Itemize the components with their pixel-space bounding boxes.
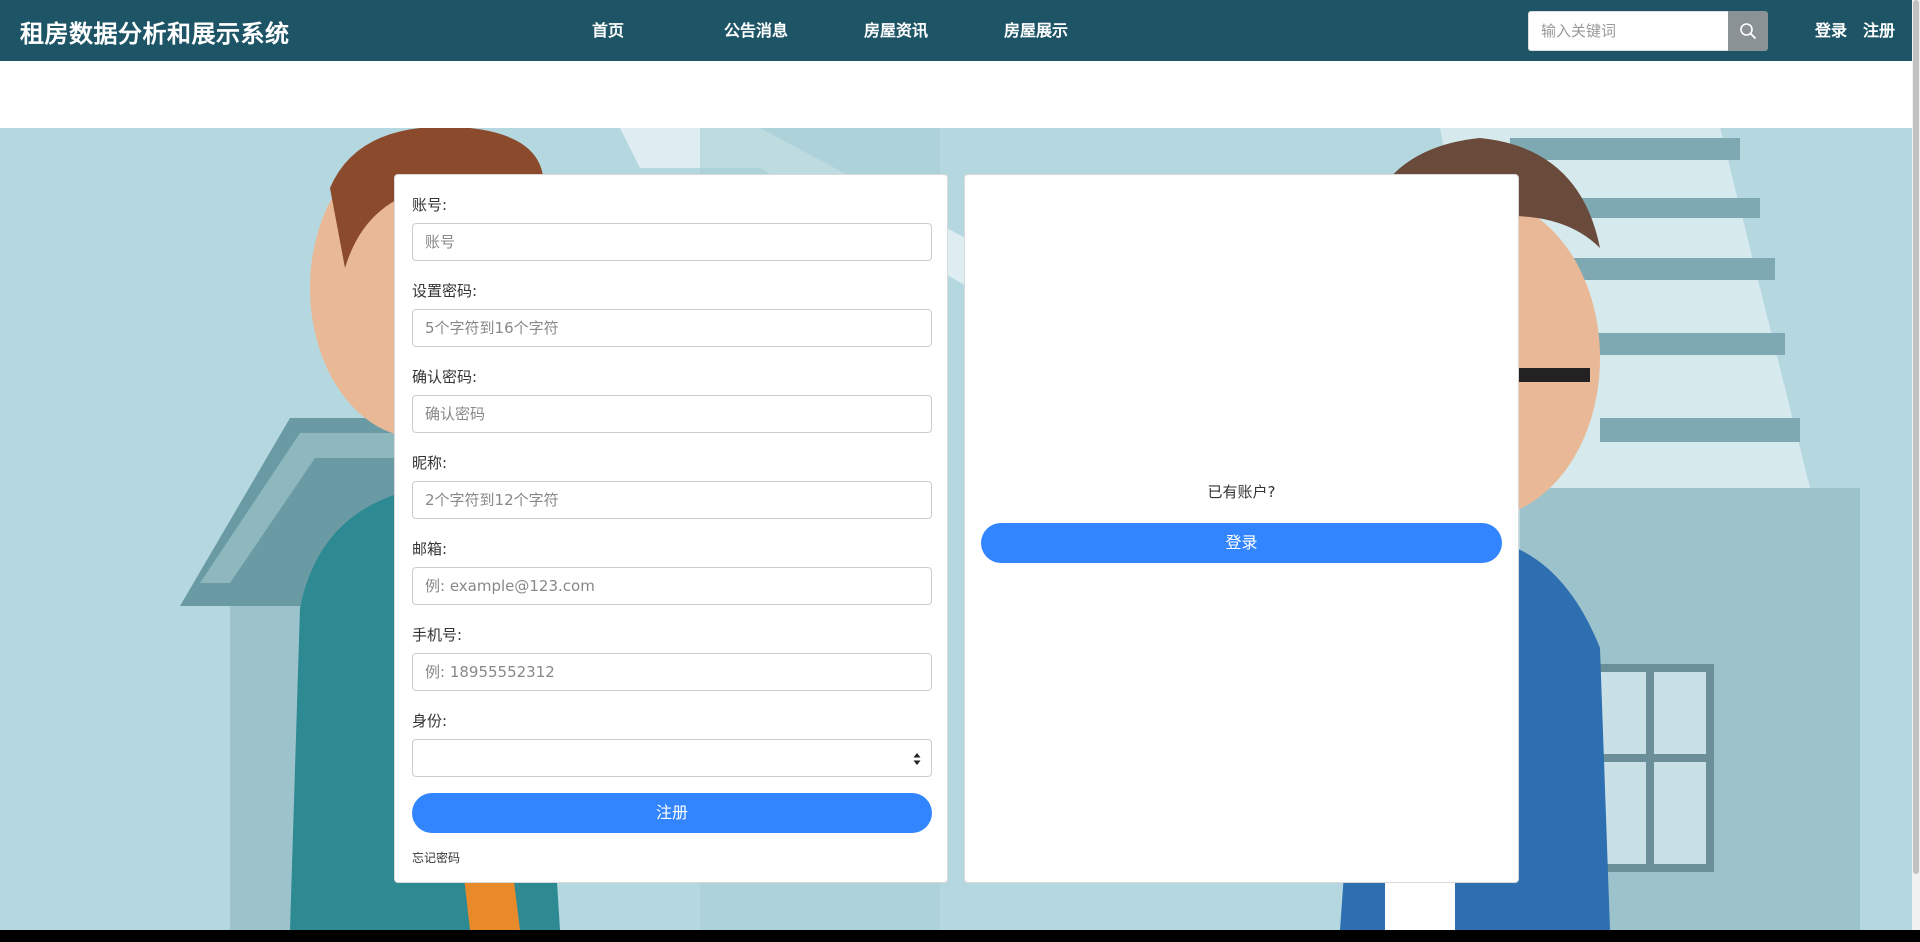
have-account-prompt: 已有账户? [1207,483,1276,501]
scrollbar-thumb[interactable] [1913,0,1919,874]
nav-house-showcase[interactable]: 房屋展示 [976,0,1096,61]
role-select[interactable] [412,739,932,777]
register-submit-button[interactable]: 注册 [412,793,932,833]
site-title: 租房数据分析和展示系统 [20,20,290,48]
house-illustration [0,128,1912,930]
forgot-password-link[interactable]: 忘记密码 [412,849,460,866]
search-box [1528,11,1768,51]
nickname-input[interactable] [412,481,932,519]
sort-caret-icon [913,753,921,765]
phone-input[interactable] [412,653,932,691]
search-input[interactable] [1528,11,1728,51]
role-label: 身份: [412,712,448,730]
login-button[interactable]: 登录 [981,523,1502,563]
phone-label: 手机号: [412,626,463,644]
top-navbar: 租房数据分析和展示系统 首页 公告消息 房屋资讯 房屋展示 登录 注册 [0,0,1912,61]
email-input[interactable] [412,567,932,605]
email-label: 邮箱: [412,540,448,558]
nav-house-news[interactable]: 房屋资讯 [836,0,956,61]
search-icon [1740,23,1756,39]
nav-login-link[interactable]: 登录 [1815,0,1847,61]
login-panel: 已有账户? 登录 [964,174,1519,883]
background-illustration [0,128,1912,930]
nav-register-link[interactable]: 注册 [1863,0,1895,61]
confirm-password-input[interactable] [412,395,932,433]
account-label: 账号: [412,196,448,214]
password-label: 设置密码: [412,282,478,300]
nickname-label: 昵称: [412,454,448,472]
register-form: 账号: 设置密码: 确认密码: 昵称: 邮箱: 手机号: 身份: 注册 忘记密码 [394,174,948,883]
confirm-password-label: 确认密码: [412,368,478,386]
bottom-edge [0,930,1920,942]
search-button[interactable] [1728,11,1768,51]
account-input[interactable] [412,223,932,261]
nav-home[interactable]: 首页 [560,0,656,61]
nav-announcements[interactable]: 公告消息 [696,0,816,61]
page-scrollbar[interactable] [1912,0,1920,930]
password-input[interactable] [412,309,932,347]
